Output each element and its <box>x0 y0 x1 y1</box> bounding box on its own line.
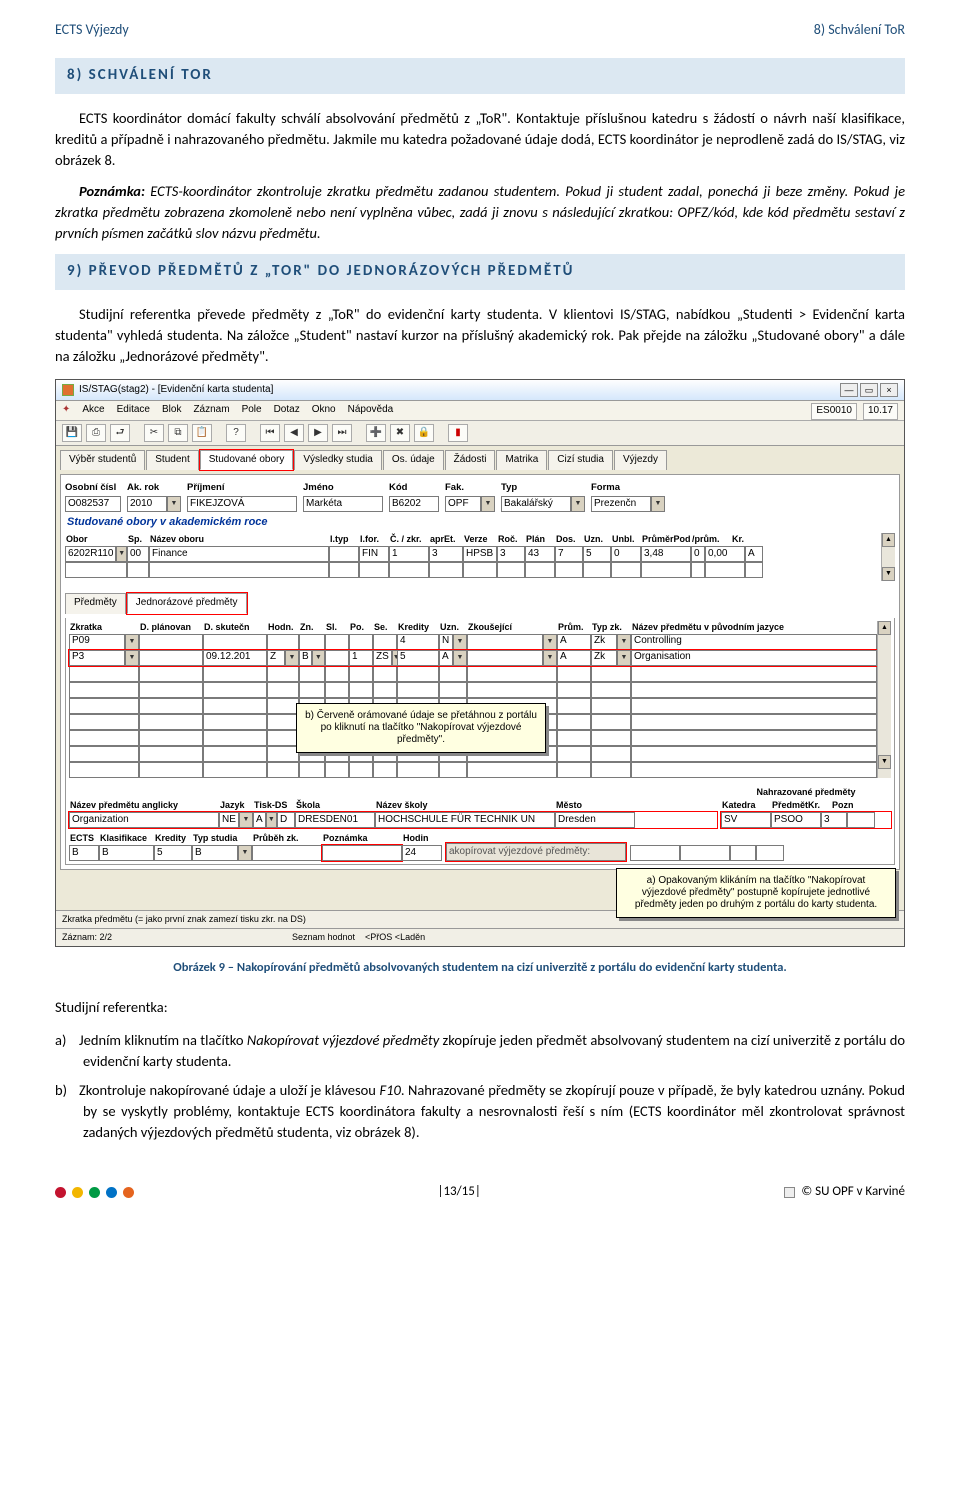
header-right: 8) Schválení ToR <box>814 20 905 40</box>
menu-napoveda[interactable]: Nápověda <box>348 403 394 418</box>
menu-okno[interactable]: Okno <box>312 403 336 418</box>
footer-logo-icon <box>784 1187 795 1198</box>
sub-tabs: Předměty Jednorázové předměty <box>65 593 895 614</box>
jmeno-input[interactable]: Markéta <box>303 496 383 512</box>
tab-student[interactable]: Student <box>146 450 198 471</box>
tab-cizi[interactable]: Cizí studia <box>548 450 613 471</box>
tab-zadosti[interactable]: Žádosti <box>445 450 496 471</box>
tab-jednorazove[interactable]: Jednorázové předměty <box>127 593 247 614</box>
copy-icon[interactable]: ⧉ <box>168 424 188 442</box>
section-8-p1: ECTS koordinátor domácí fakulty schválí … <box>55 108 905 171</box>
jp-row-2[interactable]: P3▼ 09.12.201 Z▼ B▼ 1 ZS▼ 5 A▼ ▼ A Zk▼ O… <box>69 650 877 666</box>
copyright: © SU OPF v Karviné <box>801 1183 905 1202</box>
kod-input[interactable]: B6202 <box>389 496 439 512</box>
print-icon[interactable]: ⎙ <box>86 424 106 442</box>
menu-icon[interactable]: ✦ <box>62 403 70 418</box>
menu-blok[interactable]: Blok <box>162 403 181 418</box>
close-button[interactable]: × <box>880 383 898 397</box>
dropdown-icon[interactable]: ▼ <box>571 496 585 512</box>
stop-icon[interactable]: ▮ <box>448 424 468 442</box>
menu-pole[interactable]: Pole <box>242 403 262 418</box>
prev-icon[interactable]: ◀ <box>284 424 304 442</box>
forma-input[interactable]: Prezenčn <box>591 496 651 512</box>
copy-subjects-button[interactable]: akopírovat výjezdové předměty: <box>446 843 626 861</box>
last-icon[interactable]: ⏭ <box>332 424 352 442</box>
save-icon[interactable]: 💾 <box>62 424 82 442</box>
callout-b: b) Červeně orámované údaje se přetáhnou … <box>296 703 546 753</box>
jp-row-empty <box>69 666 877 682</box>
next-icon[interactable]: ▶ <box>308 424 328 442</box>
scrollbar[interactable]: ▲▼ <box>881 533 895 581</box>
figure-caption: Obrázek 9 – Nakopírování předmětů absolv… <box>55 959 905 977</box>
obor-row[interactable]: 6202R110▼ 00 Finance FIN 1 3 HPSB 3 43 7… <box>65 546 881 562</box>
jp-grid-header: Zkratka D. plánovan D. skutečn Hodn. Zn.… <box>69 621 877 634</box>
search-icon[interactable]: ? <box>226 424 246 442</box>
student-fields: Osobní číslO082537 Ak. rok2010▼ Příjmení… <box>65 481 895 512</box>
section-8-title: 8) SCHVÁLENÍ TOR <box>67 65 893 87</box>
menu-akce[interactable]: Akce <box>82 403 104 418</box>
maximize-button[interactable]: ▭ <box>860 383 878 397</box>
section-9-bar: 9) PŘEVOD PŘEDMĚTŮ Z „TOR" DO JEDNORÁZOV… <box>55 254 905 290</box>
tab-os-udaje[interactable]: Os. údaje <box>383 450 444 471</box>
tab-vyjezdy[interactable]: Výjezdy <box>614 450 667 471</box>
exit-icon[interactable]: ⮐ <box>110 424 130 442</box>
form-code: ES0010 <box>811 403 857 420</box>
window-titlebar: IS/STAG(stag2) - [Evidenční karta studen… <box>56 380 904 402</box>
status-bar-2: Záznam: 2/2 Seznam hodnot <PřOS <Laděn <box>56 928 904 946</box>
scrollbar[interactable]: ▲▼ <box>877 621 891 778</box>
jp-row-empty <box>69 682 877 698</box>
header-left: ECTS Výjezdy <box>55 20 129 40</box>
note-lead: Poznámka: <box>79 182 145 200</box>
list-item-a: a)Jedním kliknutím na tlačítko Nakopírov… <box>83 1030 905 1072</box>
app-screenshot: IS/STAG(stag2) - [Evidenční karta studen… <box>55 379 905 947</box>
menu-bar: ✦ Akce Editace Blok Záznam Pole Dotaz Ok… <box>56 401 904 421</box>
section-8-bar: 8) SCHVÁLENÍ TOR <box>55 58 905 94</box>
first-icon[interactable]: ⏮ <box>260 424 280 442</box>
tab-vyber[interactable]: Výběr studentů <box>60 450 145 471</box>
blue-section-title: Studované obory v akademickém roce <box>67 515 895 531</box>
page-footer: |13/15| © SU OPF v Karviné <box>55 1183 905 1202</box>
section-9-p1: Studijní referentka převede předměty z „… <box>55 304 905 367</box>
jp-row-empty <box>69 762 877 778</box>
callout-a: a) Opakovaným klikáním na tlačítko "Nako… <box>616 868 896 918</box>
page-number: |13/15| <box>437 1183 480 1202</box>
obor-grid-header: Obor Sp. Název oboru I.typ I.for. Č. / z… <box>65 533 881 546</box>
section-9-title: 9) PŘEVOD PŘEDMĚTŮ Z „TOR" DO JEDNORÁZOV… <box>67 261 893 283</box>
window-title: IS/STAG(stag2) - [Evidenční karta studen… <box>79 383 273 398</box>
osobni-input[interactable]: O082537 <box>65 496 121 512</box>
dropdown-icon[interactable]: ▼ <box>481 496 495 512</box>
prijmeni-input[interactable]: FIKEJZOVÁ <box>187 496 297 512</box>
tab-matrika[interactable]: Matrika <box>496 450 547 471</box>
list-item-b: b)Zkontroluje nakopírované údaje a uloží… <box>83 1080 905 1143</box>
insert-icon[interactable]: ➕ <box>366 424 386 442</box>
dropdown-icon[interactable]: ▼ <box>116 546 127 562</box>
toolbar: 💾 ⎙ ⮐ ✂ ⧉ 📋 ? ⏮ ◀ ▶ ⏭ ➕ ✖ 🔒 ▮ <box>56 421 904 446</box>
dropdown-icon[interactable]: ▼ <box>651 496 665 512</box>
main-tabs: Výběr studentů Student Studované obory V… <box>60 450 900 471</box>
page-header: ECTS Výjezdy 8) Schválení ToR <box>55 20 905 40</box>
minimize-button[interactable]: — <box>840 383 858 397</box>
cut-icon[interactable]: ✂ <box>144 424 164 442</box>
section-8-p2: Poznámka: ECTS-koordinátor zkontroluje z… <box>55 181 905 244</box>
lock-icon[interactable]: 🔒 <box>414 424 434 442</box>
rok-input[interactable]: 2010 <box>127 496 167 512</box>
jp-row-1[interactable]: P09▼ 4 N▼ ▼ A Zk▼ Controlling <box>69 634 877 650</box>
app-icon <box>62 384 74 396</box>
menu-zaznam[interactable]: Záznam <box>193 403 229 418</box>
paste-icon[interactable]: 📋 <box>192 424 212 442</box>
delete-icon[interactable]: ✖ <box>390 424 410 442</box>
referentka-line: Studijní referentka: <box>55 997 905 1018</box>
tab-studovane-obory[interactable]: Studované obory <box>200 450 294 471</box>
menu-dotaz[interactable]: Dotaz <box>274 403 300 418</box>
obor-row-empty <box>65 562 881 578</box>
tab-vysledky[interactable]: Výsledky studia <box>294 450 381 471</box>
typ-input[interactable]: Bakalářský <box>501 496 571 512</box>
menu-editace[interactable]: Editace <box>117 403 150 418</box>
tab-predmety[interactable]: Předměty <box>65 593 126 614</box>
dropdown-icon[interactable]: ▼ <box>167 496 181 512</box>
footer-dots <box>55 1187 134 1198</box>
fak-input[interactable]: OPF <box>445 496 481 512</box>
form-ver: 10.17 <box>863 403 898 420</box>
